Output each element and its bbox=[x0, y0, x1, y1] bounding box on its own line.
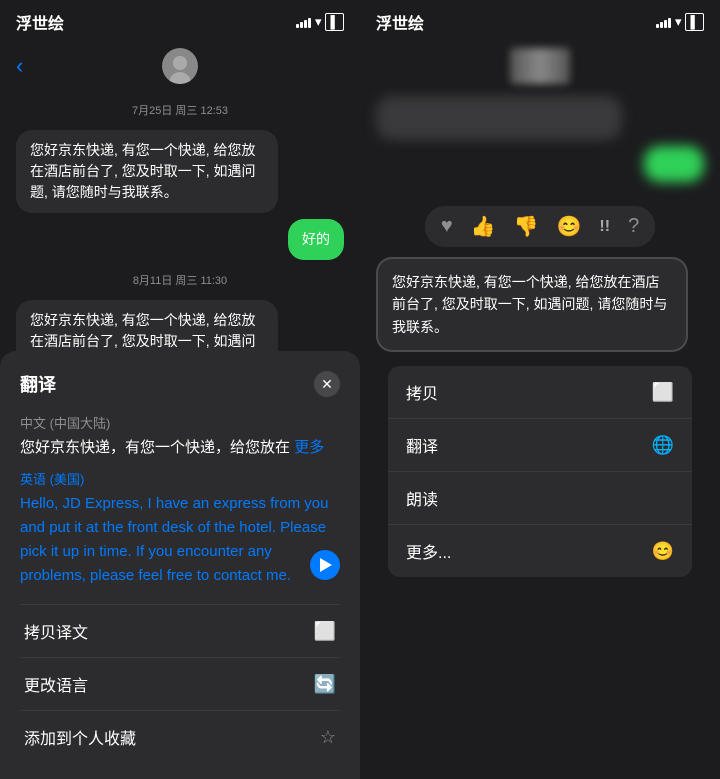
star-icon: ☆ bbox=[320, 727, 336, 748]
wifi-icon: ▾ bbox=[315, 14, 322, 30]
target-lang-label: 英语 (美国) bbox=[20, 469, 340, 488]
translation-header: 翻译 ✕ bbox=[20, 371, 340, 397]
menu-item-change-lang[interactable]: 更改语言 🔄 bbox=[20, 658, 340, 711]
play-button[interactable] bbox=[310, 550, 340, 580]
right-status-bar: 浮世绘 ▾ ▌ bbox=[360, 0, 720, 44]
highlighted-message[interactable]: 您好京东快递, 有您一个快递, 给您放在酒店前台了, 您及时取一下, 如遇问题,… bbox=[376, 257, 688, 352]
message-received-1[interactable]: 您好京东快递, 有您一个快递, 给您放在酒店前台了, 您及时取一下, 如遇问题,… bbox=[16, 130, 278, 213]
close-button[interactable]: ✕ bbox=[314, 371, 340, 397]
translation-overlay: 翻译 ✕ 中文 (中国大陆) 您好京东快递，有您一个快递，给您放在 更多 英语 … bbox=[0, 351, 360, 779]
right-wifi-icon: ▾ bbox=[675, 14, 682, 30]
right-more-icon: 😊 bbox=[652, 541, 674, 562]
thumbs-down-icon[interactable]: 👎 bbox=[514, 214, 539, 239]
right-chat-area: ♥ 👍 👎 😊 !! ? 您好京东快递, 有您一个快递, 给您放在酒店前台了, … bbox=[360, 88, 720, 779]
right-context-menu: 拷贝 ⬜ 翻译 🌐 朗读 更多... 😊 bbox=[388, 366, 692, 577]
exclamation-icon[interactable]: !! bbox=[599, 218, 610, 236]
thumbs-up-icon[interactable]: 👍 bbox=[471, 214, 496, 239]
reaction-bar[interactable]: ♥ 👍 👎 😊 !! ? bbox=[425, 206, 655, 247]
source-lang-label: 中文 (中国大陆) bbox=[20, 413, 340, 432]
right-copy-icon: ⬜ bbox=[652, 382, 674, 403]
more-link[interactable]: 更多 bbox=[294, 439, 324, 456]
left-status-icons: ▾ ▌ bbox=[296, 13, 344, 31]
signal-icon bbox=[296, 16, 311, 28]
menu-item-favorite-label: 添加到个人收藏 bbox=[24, 725, 136, 749]
right-menu-more[interactable]: 更多... 😊 bbox=[388, 525, 692, 577]
copy-icon: ⬜ bbox=[314, 621, 336, 642]
right-menu-more-label: 更多... bbox=[406, 539, 451, 563]
date-label-1: 7月25日 周三 12:53 bbox=[16, 102, 344, 118]
back-button[interactable]: ‹ bbox=[16, 53, 23, 79]
menu-item-copy-translation[interactable]: 拷贝译文 ⬜ bbox=[20, 605, 340, 658]
menu-item-change-lang-label: 更改语言 bbox=[24, 672, 88, 696]
heart-icon[interactable]: ♥ bbox=[441, 215, 453, 238]
right-battery-icon: ▌ bbox=[685, 13, 704, 31]
right-status-icons: ▾ ▌ bbox=[656, 13, 704, 31]
right-nav-bar bbox=[360, 44, 720, 88]
menu-item-favorite[interactable]: 添加到个人收藏 ☆ bbox=[20, 711, 340, 763]
right-menu-translate-label: 翻译 bbox=[406, 433, 438, 457]
left-status-bar: 浮世绘 ▾ ▌ bbox=[0, 0, 360, 44]
translation-menu: 拷贝译文 ⬜ 更改语言 🔄 添加到个人收藏 ☆ bbox=[20, 604, 340, 763]
right-menu-read[interactable]: 朗读 bbox=[388, 472, 692, 525]
message-sent-1[interactable]: 好的 bbox=[288, 219, 344, 260]
right-signal-icon bbox=[656, 16, 671, 28]
left-nav-bar: ‹ bbox=[0, 44, 360, 88]
right-panel: 浮世绘 ▾ ▌ ♥ 👍 👎 😊 !! ? bbox=[360, 0, 720, 779]
right-menu-copy[interactable]: 拷贝 ⬜ bbox=[388, 366, 692, 419]
right-menu-translate[interactable]: 翻译 🌐 bbox=[388, 419, 692, 472]
target-text: Hello, JD Express, I have an express fro… bbox=[20, 492, 340, 588]
right-translate-icon: 🌐 bbox=[652, 435, 674, 456]
translate-icon: 🔄 bbox=[314, 674, 336, 695]
right-contact-avatar-blurred bbox=[510, 48, 570, 84]
right-app-title: 浮世绘 bbox=[376, 10, 424, 34]
date-label-2: 8月11日 周三 11:30 bbox=[16, 272, 344, 288]
blurred-message-sent bbox=[644, 146, 704, 182]
right-menu-copy-label: 拷贝 bbox=[406, 380, 438, 404]
blurred-message-1 bbox=[376, 96, 622, 140]
question-icon[interactable]: ? bbox=[628, 215, 639, 238]
translation-title: 翻译 bbox=[20, 371, 56, 397]
left-app-title: 浮世绘 bbox=[16, 10, 64, 34]
play-icon bbox=[320, 558, 332, 572]
source-text: 您好京东快递，有您一个快递，给您放在 更多 bbox=[20, 436, 340, 457]
right-menu-read-label: 朗读 bbox=[406, 486, 438, 510]
menu-item-copy-translation-label: 拷贝译文 bbox=[24, 619, 88, 643]
contact-avatar[interactable] bbox=[162, 48, 198, 84]
battery-icon: ▌ bbox=[325, 13, 344, 31]
left-panel: 浮世绘 ▾ ▌ ‹ 7月25日 周三 12:53 您好京东快递, 有您一个快递,… bbox=[0, 0, 360, 779]
emoji-icon[interactable]: 😊 bbox=[557, 214, 582, 239]
